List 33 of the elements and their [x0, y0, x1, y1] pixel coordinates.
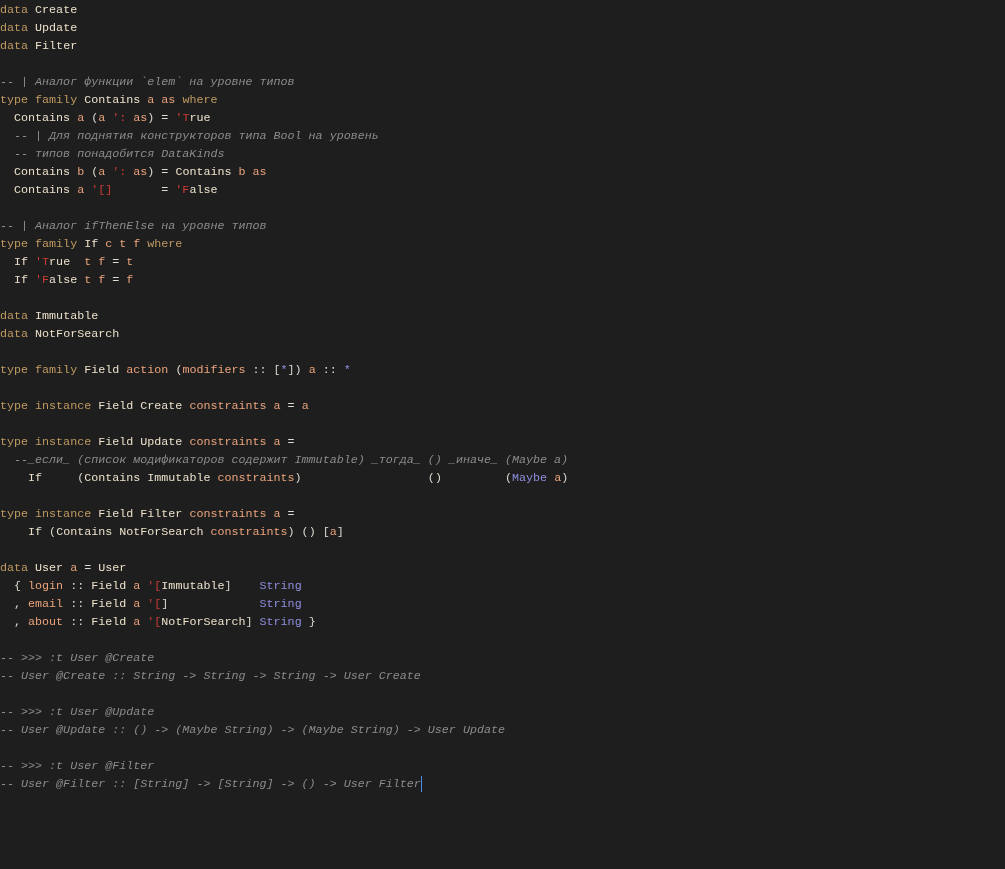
- code-line: If 'True t f = t: [13, 254, 134, 271]
- code-line: data Filter: [0, 38, 78, 55]
- code-line: -- типов понадобится DataKinds: [13, 146, 225, 163]
- code-line: -- User @Create :: String -> String -> String -> User Create: [0, 668, 421, 685]
- code-line: data User a = User: [0, 560, 127, 577]
- code-line: -- >>> :t User @Filter: [0, 758, 155, 775]
- code-line: type family If c t f where: [0, 236, 183, 253]
- code-line: -- | Аналог функции `elem` на уровне типов: [0, 74, 295, 91]
- code-line: data Immutable: [0, 308, 99, 325]
- code-line: Contains a (a ': as) = 'True: [13, 110, 211, 127]
- code-line: , email :: Field a '[] String: [13, 596, 302, 613]
- code-line: If (Contains Immutable constraints) () (Maybe a): [27, 470, 569, 487]
- code-line: If 'False t f = f: [13, 272, 134, 289]
- code-line: -- | Аналог ifThenElse на уровне типов: [0, 218, 267, 235]
- code-line: { login :: Field a '[Immutable] String: [13, 578, 302, 595]
- code-line: -- User @Filter :: [String] -> [String] -> () -> User Filter: [0, 776, 421, 793]
- code-line: data Update: [0, 20, 78, 37]
- code-line: data NotForSearch: [0, 326, 120, 343]
- code-line: Contains a '[] = 'False: [13, 182, 218, 199]
- code-line: type family Field action (modifiers :: [*]) a :: *: [0, 362, 351, 379]
- code-line: -- >>> :t User @Create: [0, 650, 155, 667]
- code-line: Contains b (a ': as) = Contains b as: [13, 164, 267, 181]
- code-line: If (Contains NotForSearch constraints) () [a]: [27, 524, 344, 541]
- code-line: -- User @Update :: () -> (Maybe String) -> (Maybe String) -> User Update: [0, 722, 505, 739]
- code-line: type instance Field Filter constraints a =: [0, 506, 295, 523]
- code-line: type instance Field Update constraints a =: [0, 434, 295, 451]
- code-line: type family Contains a as where: [0, 92, 218, 109]
- code-line: -- | Для поднятия конструкторов типа Bool на уровень: [13, 128, 379, 145]
- code-line: , about :: Field a '[NotForSearch] String }: [13, 614, 316, 631]
- code-line: data Create: [0, 2, 78, 19]
- code-line: --_если_ (список модификаторов содержит Immutable) _тогда_ () _иначе_ (Maybe a): [13, 452, 569, 469]
- code-line: type instance Field Create constraints a = a: [0, 398, 309, 415]
- code-line: -- >>> :t User @Update: [0, 704, 155, 721]
